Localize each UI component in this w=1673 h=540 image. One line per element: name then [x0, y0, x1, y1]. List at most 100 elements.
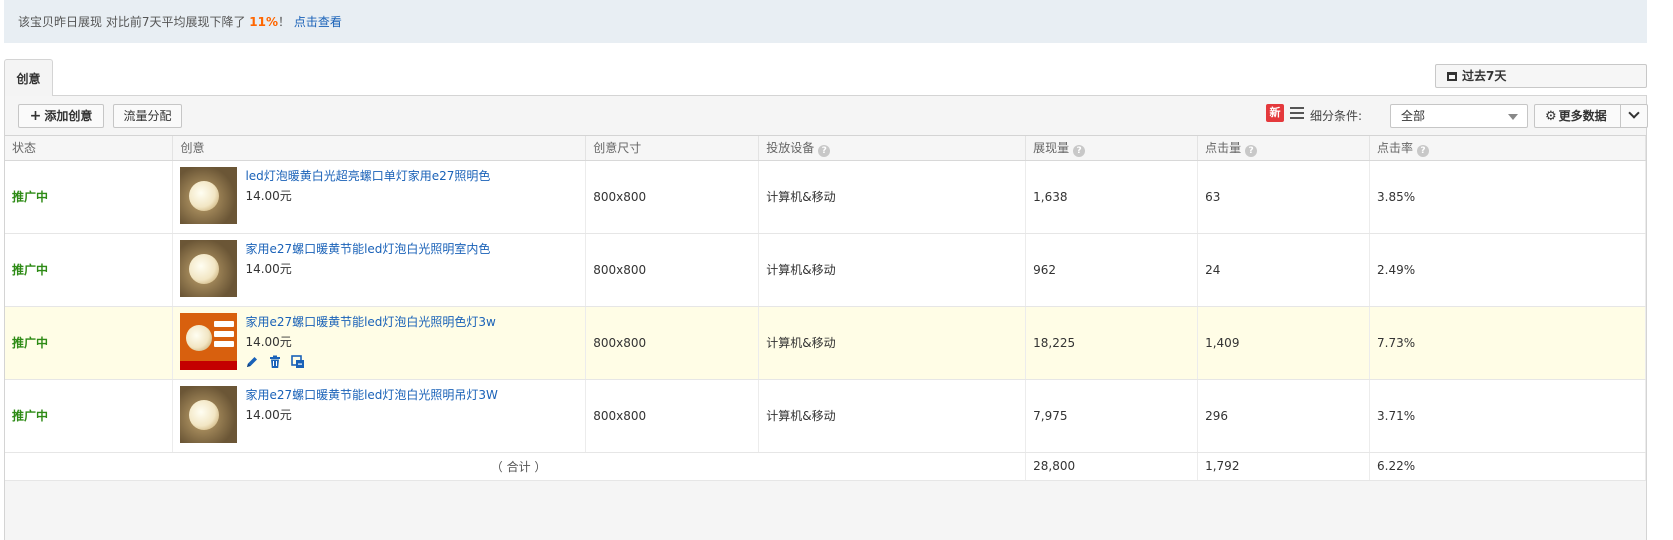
creative-table: 状态 创意 创意尺寸 投放设备? 展现量? 点击量? 点击率? 推广中 led灯…: [5, 136, 1646, 481]
size-cell: 800x800: [585, 306, 760, 380]
creative-price: 14.00元: [245, 188, 292, 203]
creative-info: 家用e27螺口暖黄节能led灯泡白光照明吊灯3W 14.00元: [180, 380, 585, 452]
creative-cell: 家用e27螺口暖黄节能led灯泡白光照明色灯3w 14.00元: [172, 306, 587, 380]
creative-thumbnail[interactable]: [180, 312, 238, 370]
tab-creative[interactable]: 创意: [4, 59, 53, 97]
header-impressions: 展现量?: [1025, 136, 1199, 161]
device-cell: 计算机&移动: [758, 379, 1027, 453]
status-cell: 推广中: [5, 379, 174, 453]
creative-cell: 家用e27螺口暖黄节能led灯泡白光照明室内色 14.00元: [172, 233, 587, 307]
more-data-divider: [1620, 105, 1621, 127]
plus-icon: +: [29, 108, 42, 124]
notice-bar: 该宝贝昨日展现 对比前7天平均展现下降了 11%！ 点击查看: [4, 0, 1647, 43]
header-status: 状态: [5, 136, 174, 161]
caret-down-icon: [1508, 114, 1518, 120]
gear-icon: ⚙: [1545, 109, 1557, 124]
header-ctr-label: 点击率: [1377, 140, 1414, 155]
notice-view-link[interactable]: 点击查看: [294, 15, 342, 29]
device-cell: 计算机&移动: [758, 306, 1027, 380]
header-device: 投放设备?: [758, 136, 1027, 161]
tab-bar: 创意 过去7天: [4, 59, 1647, 97]
trash-icon[interactable]: [268, 355, 282, 369]
header-clicks: 点击量?: [1197, 136, 1371, 161]
size-cell: 800x800: [585, 160, 760, 234]
notice-prefix: 该宝贝昨日展现 对比前7天平均展现下降了: [18, 15, 250, 29]
more-data-button[interactable]: ⚙ 更多数据: [1534, 104, 1648, 128]
calendar-icon: [1447, 72, 1457, 81]
creative-thumbnail[interactable]: [180, 166, 238, 224]
filter-select-value: 全部: [1401, 109, 1426, 123]
header-creative: 创意: [172, 136, 587, 161]
add-creative-button[interactable]: + 添加创意: [18, 104, 104, 128]
list-icon: [1290, 107, 1304, 119]
date-range-button[interactable]: 过去7天: [1435, 64, 1647, 88]
total-label: （ 合计 ）: [5, 452, 1027, 481]
header-clicks-label: 点击量: [1205, 140, 1242, 155]
creative-info: 家用e27螺口暖黄节能led灯泡白光照明色灯3w 14.00元: [180, 307, 585, 379]
header-impressions-label: 展现量: [1033, 140, 1070, 155]
help-icon[interactable]: ?: [1245, 144, 1258, 157]
table-header-row: 状态 创意 创意尺寸 投放设备? 展现量? 点击量? 点击率?: [5, 136, 1646, 161]
ctr-cell: 3.85%: [1369, 160, 1646, 234]
creative-thumbnail[interactable]: [180, 239, 238, 297]
table-row: 推广中 led灯泡暖黄白光超亮螺口单灯家用e27照明色 14.00元 800x8…: [5, 160, 1646, 234]
ctr-cell: 2.49%: [1369, 233, 1646, 307]
header-size: 创意尺寸: [585, 136, 760, 161]
clicks-cell: 1,409: [1197, 306, 1371, 380]
total-row: （ 合计 ） 28,800 1,792 6.22%: [5, 452, 1646, 481]
table-row: 推广中 家用e27螺口暖黄节能led灯泡白光照明室内色 14.00元 800x8…: [5, 233, 1646, 307]
panel-body: + 添加创意 流量分配 新 细分条件: 全部 ⚙ 更多数据 状态 创意 创意尺寸…: [4, 96, 1648, 540]
help-icon[interactable]: ?: [1073, 144, 1086, 157]
notice-text: 该宝贝昨日展现 对比前7天平均展现下降了 11%！ 点击查看: [18, 13, 342, 30]
header-device-label: 投放设备: [766, 140, 815, 155]
add-creative-label: 添加创意: [44, 109, 93, 123]
edit-pencil-icon[interactable]: [245, 355, 259, 369]
total-impressions: 28,800: [1025, 452, 1199, 481]
creative-info: led灯泡暖黄白光超亮螺口单灯家用e27照明色 14.00元: [180, 161, 585, 233]
ctr-cell: 3.71%: [1369, 379, 1646, 453]
creative-title-link[interactable]: led灯泡暖黄白光超亮螺口单灯家用e27照明色: [245, 167, 490, 184]
creative-title-link[interactable]: 家用e27螺口暖黄节能led灯泡白光照明室内色: [245, 240, 490, 257]
help-icon[interactable]: ?: [818, 144, 831, 157]
size-cell: 800x800: [585, 233, 760, 307]
filter-select[interactable]: 全部: [1390, 104, 1528, 128]
creative-cell: 家用e27螺口暖黄节能led灯泡白光照明吊灯3W 14.00元: [172, 379, 587, 453]
traffic-allocation-button[interactable]: 流量分配: [113, 104, 182, 128]
device-cell: 计算机&移动: [758, 233, 1027, 307]
total-clicks: 1,792: [1197, 452, 1371, 481]
creative-price: 14.00元: [245, 334, 292, 349]
size-cell: 800x800: [585, 379, 760, 453]
creative-thumbnail[interactable]: [180, 385, 238, 443]
date-range-label: 过去7天: [1462, 69, 1507, 83]
creative-cell: led灯泡暖黄白光超亮螺口单灯家用e27照明色 14.00元: [172, 160, 587, 234]
status-cell: 推广中: [5, 233, 174, 307]
impressions-cell: 1,638: [1025, 160, 1199, 234]
table-row: 推广中 家用e27螺口暖黄节能led灯泡白光照明吊灯3W 14.00元 800x…: [5, 379, 1646, 453]
creative-price: 14.00元: [245, 407, 292, 422]
table-row-highlighted: 推广中 家用e27螺口暖黄节能led灯泡白光照明色灯3w 14.00元 800x…: [5, 306, 1646, 380]
status-cell: 推广中: [5, 160, 174, 234]
status-cell: 推广中: [5, 306, 174, 380]
clicks-cell: 296: [1197, 379, 1371, 453]
clicks-cell: 24: [1197, 233, 1371, 307]
clicks-cell: 63: [1197, 160, 1371, 234]
impressions-cell: 18,225: [1025, 306, 1199, 380]
creative-price: 14.00元: [245, 261, 292, 276]
more-data-text: 更多数据: [1558, 109, 1607, 123]
notice-suffix: ！: [278, 15, 291, 29]
creative-title-link[interactable]: 家用e27螺口暖黄节能led灯泡白光照明吊灯3W: [245, 386, 498, 403]
impressions-cell: 7,975: [1025, 379, 1199, 453]
ctr-cell: 7.73%: [1369, 306, 1646, 380]
device-cell: 计算机&移动: [758, 160, 1027, 234]
impressions-cell: 962: [1025, 233, 1199, 307]
notice-percent: 11%: [249, 15, 278, 29]
chevron-down-icon[interactable]: [1628, 107, 1640, 119]
creative-info: 家用e27螺口暖黄节能led灯泡白光照明室内色 14.00元: [180, 234, 585, 306]
creative-panel: 创意 过去7天 + 添加创意 流量分配 新 细分条件: 全部 ⚙ 更多数据 状态…: [4, 59, 1648, 540]
filter-label: 细分条件:: [1310, 109, 1363, 123]
more-data-label: ⚙ 更多数据: [1545, 105, 1607, 128]
copy-icon[interactable]: [291, 354, 305, 369]
help-icon[interactable]: ?: [1417, 144, 1430, 157]
creative-title-link[interactable]: 家用e27螺口暖黄节能led灯泡白光照明色灯3w: [245, 313, 495, 330]
new-badge-icon: 新: [1266, 104, 1284, 122]
